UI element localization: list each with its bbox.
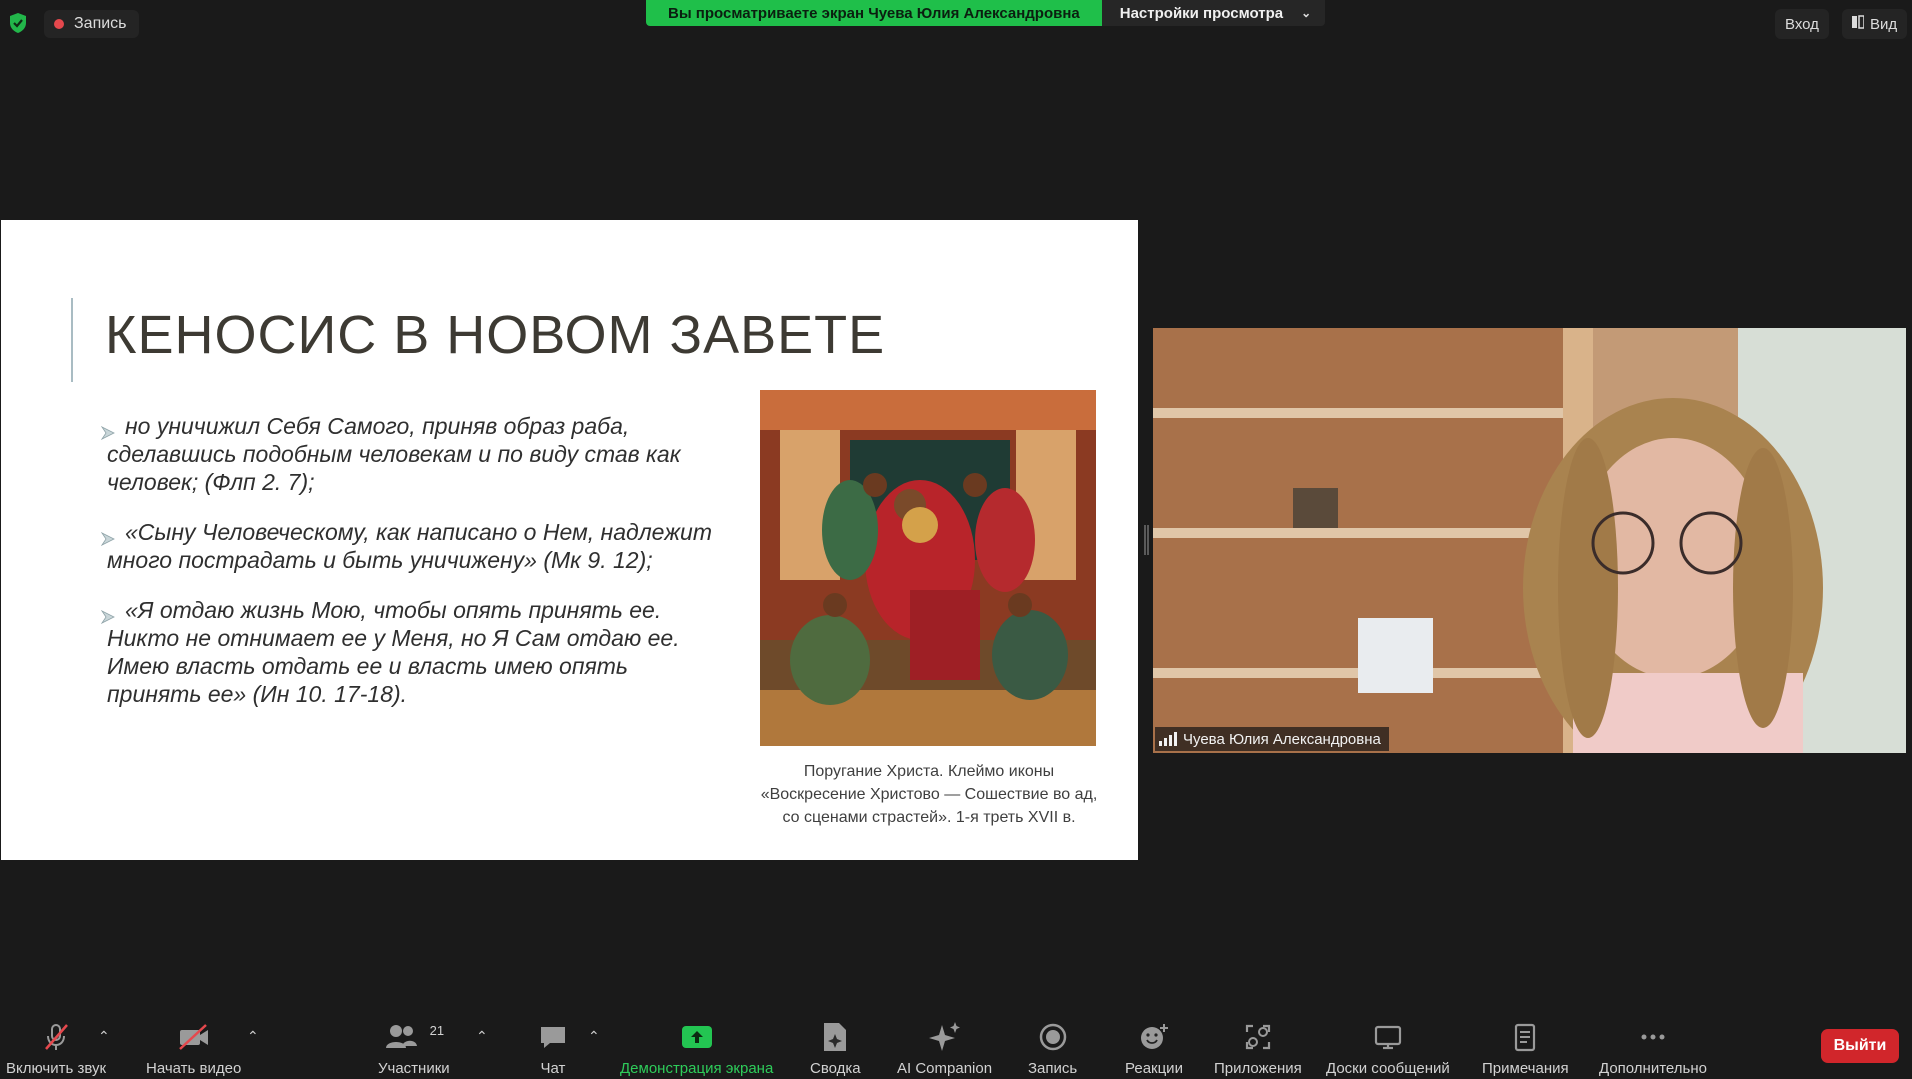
more-label: Дополнительно xyxy=(1599,1060,1707,1077)
bullet-item: «Я отдаю жизнь Мою, чтобы опять принять … xyxy=(100,596,727,708)
start-video-label: Начать видео xyxy=(146,1060,242,1077)
caption-line: «Воскресение Христово — Сошествие во ад, xyxy=(760,786,1098,803)
participants-count: 21 xyxy=(429,1022,445,1038)
recording-indicator[interactable]: Запись xyxy=(44,10,139,38)
apps-label: Приложения xyxy=(1214,1060,1302,1077)
unmute-label: Включить звук xyxy=(6,1060,107,1077)
view-button[interactable]: Вид xyxy=(1842,9,1908,39)
screen-share-banner: Вы просматриваете экран Чуева Юлия Алекс… xyxy=(646,0,1326,26)
shared-slide: КЕНОСИС В НОВОМ ЗАВЕТЕ но уничижил Себя … xyxy=(1,220,1138,860)
sign-in-label: Вход xyxy=(1785,15,1819,33)
icon-painting-image xyxy=(760,390,1096,746)
share-screen-icon xyxy=(681,1020,713,1054)
chat-icon xyxy=(538,1020,568,1054)
view-icon xyxy=(1852,15,1865,33)
more-button[interactable]: Дополнительно xyxy=(1599,1020,1707,1077)
record-icon xyxy=(1038,1020,1068,1054)
notes-button[interactable]: Примечания xyxy=(1482,1020,1569,1077)
meeting-toolbar: Включить звук ⌃ Начать видео ⌃ 21 Участн… xyxy=(0,1010,1912,1079)
participants-options-caret[interactable]: ⌃ xyxy=(476,1028,488,1045)
audio-options-caret[interactable]: ⌃ xyxy=(98,1028,110,1045)
summary-icon xyxy=(821,1020,849,1054)
share-banner-text: Вы просматриваете экран Чуева Юлия Алекс… xyxy=(646,0,1102,26)
image-caption: Поругание Христа. Клеймо иконы «Воскресе… xyxy=(741,760,1117,829)
bullet-arrow-icon xyxy=(100,602,115,625)
sign-in-button[interactable]: Вход xyxy=(1775,9,1829,39)
more-icon xyxy=(1638,1020,1668,1054)
apps-icon xyxy=(1243,1020,1273,1054)
unmute-button[interactable]: Включить звук xyxy=(6,1020,106,1077)
participants-label: Участники xyxy=(378,1060,450,1077)
encryption-shield-icon[interactable] xyxy=(8,12,28,34)
bullet-arrow-icon xyxy=(100,524,115,547)
participant-name: Чуева Юлия Александровна xyxy=(1183,730,1381,748)
video-frame-image xyxy=(1153,328,1906,753)
record-button[interactable]: Запись xyxy=(1028,1020,1077,1077)
notes-icon xyxy=(1512,1020,1538,1054)
signal-bars-icon xyxy=(1159,732,1177,746)
summary-label: Сводка xyxy=(810,1060,861,1077)
reactions-icon xyxy=(1138,1020,1170,1054)
share-screen-label: Демонстрация экрана xyxy=(620,1060,774,1077)
caption-line: Поругание Христа. Клеймо иконы xyxy=(803,763,1055,780)
caption-line: со сценами страстей». 1-я треть XVII в. xyxy=(782,809,1076,826)
start-video-button[interactable]: Начать видео xyxy=(146,1020,241,1077)
whiteboard-icon xyxy=(1373,1020,1403,1054)
record-label: Запись xyxy=(1028,1060,1078,1077)
ai-companion-label: AI Companion xyxy=(897,1060,993,1077)
bullet-arrow-icon xyxy=(100,418,115,441)
participant-name-tag: Чуева Юлия Александровна xyxy=(1155,727,1389,751)
ai-sparkle-icon xyxy=(928,1020,962,1054)
reactions-button[interactable]: Реакции xyxy=(1125,1020,1183,1077)
video-off-icon xyxy=(177,1020,211,1054)
chat-label: Чат xyxy=(540,1060,566,1077)
slide-title: КЕНОСИС В НОВОМ ЗАВЕТЕ xyxy=(105,305,886,365)
bullet-text: «Я отдаю жизнь Мою, чтобы опять принять … xyxy=(107,597,680,707)
participant-video[interactable]: Чуева Юлия Александровна xyxy=(1153,328,1906,753)
bullet-text: «Сыну Человеческому, как написано о Нем,… xyxy=(107,519,712,573)
summary-button[interactable]: Сводка xyxy=(810,1020,861,1077)
bullet-list: но уничижил Себя Самого, приняв образ ра… xyxy=(100,412,727,730)
chat-options-caret[interactable]: ⌃ xyxy=(588,1028,600,1045)
participants-icon: 21 xyxy=(384,1020,444,1054)
recording-label: Запись xyxy=(74,15,127,32)
view-settings-label: Настройки просмотра xyxy=(1119,4,1284,22)
chat-button[interactable]: Чат xyxy=(538,1020,568,1077)
ai-companion-button[interactable]: AI Companion xyxy=(897,1020,992,1077)
reactions-label: Реакции xyxy=(1125,1060,1183,1077)
whiteboards-button[interactable]: Доски сообщений xyxy=(1326,1020,1450,1077)
view-label: Вид xyxy=(1870,15,1898,33)
video-options-caret[interactable]: ⌃ xyxy=(247,1028,259,1045)
bullet-item: но уничижил Себя Самого, приняв образ ра… xyxy=(100,412,727,496)
chevron-down-icon: ⌄ xyxy=(1301,6,1312,20)
share-screen-button[interactable]: Демонстрация экрана xyxy=(620,1020,773,1077)
notes-label: Примечания xyxy=(1482,1060,1569,1077)
panel-resize-handle[interactable] xyxy=(1144,525,1149,555)
bullet-item: «Сыну Человеческому, как написано о Нем,… xyxy=(100,518,727,574)
participants-button[interactable]: 21 Участники xyxy=(378,1020,450,1078)
bullet-text: но уничижил Себя Самого, приняв образ ра… xyxy=(107,413,681,495)
record-dot-icon xyxy=(54,19,64,29)
leave-button[interactable]: Выйти xyxy=(1821,1029,1899,1063)
title-accent-bar xyxy=(71,298,73,382)
apps-button[interactable]: Приложения xyxy=(1214,1020,1302,1077)
mic-muted-icon xyxy=(41,1020,71,1054)
whiteboards-label: Доски сообщений xyxy=(1326,1060,1450,1077)
view-settings-button[interactable]: Настройки просмотра ⌄ xyxy=(1101,0,1326,26)
